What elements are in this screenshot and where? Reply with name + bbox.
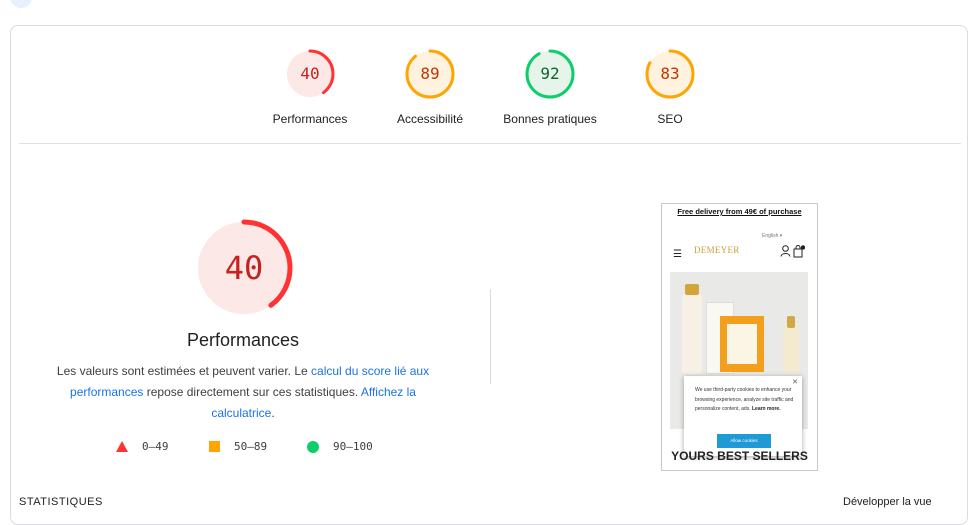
cookie-learn-more: Learn more. xyxy=(751,406,781,412)
cookie-text: We use third-party cookies to enhance yo… xyxy=(695,386,795,415)
legend-fail-label: 0–49 xyxy=(142,440,169,453)
product-box-orange xyxy=(720,316,764,372)
gauge-accessibility[interactable]: 89 Accessibilité xyxy=(375,48,485,126)
section-divider xyxy=(19,143,961,144)
gauge-score: 92 xyxy=(540,64,560,83)
best-sellers-heading: YOURS BEST SELLERS xyxy=(671,449,808,463)
logo-text: DEMEYER xyxy=(694,245,740,255)
category-gauges: 40 Performances 89 Accessibilité 92 Bonn… xyxy=(11,48,969,148)
gauge-label: Bonnes pratiques xyxy=(503,112,597,126)
performance-main-gauge: 40 xyxy=(194,218,294,318)
square-icon xyxy=(209,441,220,452)
report-card: 40 Performances 89 Accessibilité 92 Bonn… xyxy=(10,25,968,525)
gauge-best-practices[interactable]: 92 Bonnes pratiques xyxy=(495,48,605,126)
circle-icon xyxy=(307,440,319,453)
final-screenshot: Free delivery from 49€ of purchase Engli… xyxy=(661,203,818,471)
triangle-icon xyxy=(116,441,128,452)
legend-pass-label: 90–100 xyxy=(333,440,373,453)
gauge-performance[interactable]: 40 Performances xyxy=(255,48,365,126)
gauge-score: 40 xyxy=(300,64,320,83)
cart-icon xyxy=(793,245,805,258)
close-icon: ✕ xyxy=(792,379,798,386)
gauge-seo[interactable]: 83 SEO xyxy=(615,48,725,126)
score-legend: 0–49 50–89 90–100 xyxy=(116,440,416,460)
legend-fail: 0–49 xyxy=(116,440,169,453)
gauge-label: Performances xyxy=(272,112,348,126)
legend-pass: 90–100 xyxy=(307,440,373,453)
product-dropper xyxy=(783,316,799,372)
description-text: repose directement sur ces statistiques. xyxy=(143,385,361,399)
delivery-banner: Free delivery from 49€ of purchase xyxy=(677,207,802,216)
allow-cookies-button: Allow cookies xyxy=(717,434,771,448)
score-description: Les valeurs sont estimées et peuvent var… xyxy=(55,361,431,424)
brand-logo: DEMEYER xyxy=(694,245,740,259)
gauge-label: SEO xyxy=(657,112,683,126)
language-label: English xyxy=(762,233,779,239)
user-icon xyxy=(780,245,791,257)
expand-view-toggle[interactable]: Développer la vue xyxy=(843,496,932,508)
product-bottle xyxy=(682,284,702,374)
language-selector: English ▾ xyxy=(762,233,783,239)
description-text: . xyxy=(271,406,275,420)
legend-average-label: 50–89 xyxy=(234,440,268,453)
top-avatar-fragment xyxy=(10,0,32,8)
gauge-score: 89 xyxy=(420,64,440,83)
description-text: Les valeurs sont estimées et peuvent var… xyxy=(56,364,312,378)
gauge-score: 83 xyxy=(660,64,680,83)
main-gauge-title: Performances xyxy=(186,330,300,350)
vertical-divider xyxy=(490,289,491,384)
gauge-label: Accessibilité xyxy=(396,112,464,126)
main-gauge-score: 40 xyxy=(224,249,264,287)
metrics-heading: STATISTIQUES xyxy=(19,496,103,508)
cookie-banner: ✕ We use third-party cookies to enhance … xyxy=(684,376,802,456)
legend-average: 50–89 xyxy=(209,440,267,453)
hamburger-menu-icon: ☰ xyxy=(673,249,682,260)
